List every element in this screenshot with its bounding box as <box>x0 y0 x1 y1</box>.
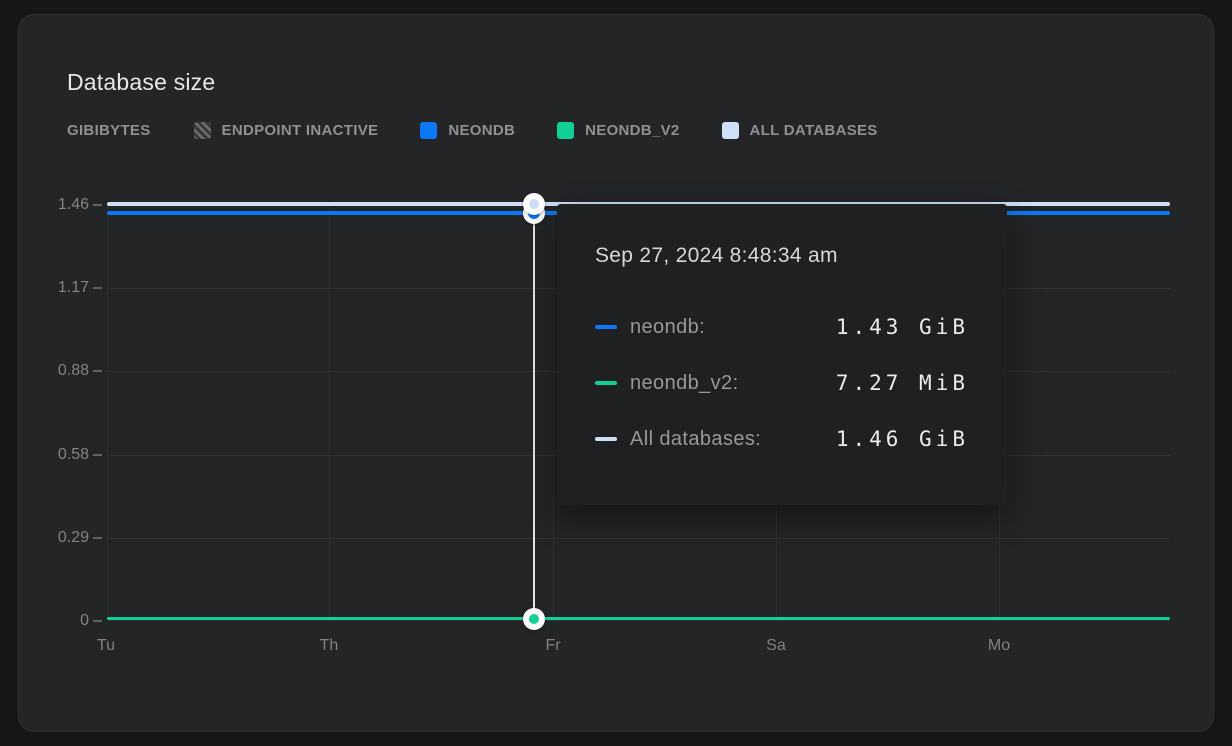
tooltip-series-label: neondb_v2: <box>630 372 739 395</box>
tooltip-timestamp: Sep 27, 2024 8:48:34 am <box>595 242 969 270</box>
chart-legend: GIBIBYTES ENDPOINT INACTIVE NEONDB NEOND… <box>67 122 920 139</box>
database-size-card: Database size GIBIBYTES ENDPOINT INACTIV… <box>18 14 1214 732</box>
all-databases-point-dot <box>529 199 539 209</box>
y-axis-tick <box>93 620 102 622</box>
hover-marker-all-databases <box>523 193 545 215</box>
neondb-swatch-icon <box>420 122 437 139</box>
gridline-horizontal <box>107 538 1170 539</box>
y-axis-label: 0.29 <box>19 528 89 548</box>
y-axis-label: 1.17 <box>19 278 89 298</box>
tooltip-rows: neondb: 1.43 GiB neondb_v2: 7.27 MiB All… <box>595 308 969 458</box>
tooltip-row-neondb-v2: neondb_v2: 7.27 MiB <box>595 364 969 402</box>
y-axis-label: 0.88 <box>19 361 89 381</box>
chart-tooltip: Sep 27, 2024 8:48:34 am neondb: 1.43 GiB… <box>557 204 1007 505</box>
tooltip-series-label: neondb: <box>630 316 705 339</box>
neondb-v2-swatch-icon <box>557 122 574 139</box>
unit-label: GIBIBYTES <box>67 122 151 139</box>
all-databases-dash-icon <box>595 437 617 441</box>
y-axis-tick <box>93 537 102 539</box>
y-axis-tick <box>93 287 102 289</box>
gridline-horizontal <box>107 620 1170 621</box>
legend-item-neondb[interactable]: NEONDB <box>420 122 515 139</box>
x-axis-label: Tu <box>66 637 146 655</box>
neondb-v2-point-dot <box>529 614 539 624</box>
y-axis-label: 0.58 <box>19 445 89 465</box>
x-axis-label: Th <box>289 637 369 655</box>
endpoint-inactive-swatch-icon <box>194 122 211 139</box>
legend-item-neondb-v2[interactable]: NEONDB_V2 <box>557 122 679 139</box>
y-axis-tick <box>93 454 102 456</box>
chart-title: Database size <box>67 69 215 96</box>
legend-item-all-databases[interactable]: ALL DATABASES <box>722 122 878 139</box>
legend-item-label: ENDPOINT INACTIVE <box>222 122 379 139</box>
neondb-v2-line <box>107 617 1170 620</box>
crosshair-line <box>533 197 535 627</box>
legend-item-label: ALL DATABASES <box>750 122 878 139</box>
all-databases-swatch-icon <box>722 122 739 139</box>
gridline-vertical <box>107 205 108 621</box>
gridline-vertical <box>329 205 330 621</box>
tooltip-series-value: 1.46 GiB <box>836 427 969 451</box>
y-axis-tick <box>93 204 102 206</box>
y-axis-label: 1.46 <box>19 195 89 215</box>
tooltip-row-all-databases: All databases: 1.46 GiB <box>595 420 969 458</box>
tooltip-series-value: 1.43 GiB <box>836 315 969 339</box>
hover-marker-neondb-v2 <box>523 608 545 630</box>
x-axis-label: Fr <box>513 637 593 655</box>
gridline-vertical <box>553 205 554 621</box>
x-axis-label: Mo <box>959 637 1039 655</box>
y-axis-tick <box>93 370 102 372</box>
legend-item-label: NEONDB <box>448 122 515 139</box>
legend-item-label: NEONDB_V2 <box>585 122 679 139</box>
y-axis-label: 0 <box>19 611 89 631</box>
tooltip-series-label: All databases: <box>630 428 761 451</box>
legend-item-endpoint-inactive[interactable]: ENDPOINT INACTIVE <box>194 122 379 139</box>
x-axis-label: Sa <box>736 637 816 655</box>
tooltip-row-neondb: neondb: 1.43 GiB <box>595 308 969 346</box>
neondb-v2-dash-icon <box>595 381 617 385</box>
neondb-dash-icon <box>595 325 617 329</box>
tooltip-series-value: 7.27 MiB <box>836 371 969 395</box>
